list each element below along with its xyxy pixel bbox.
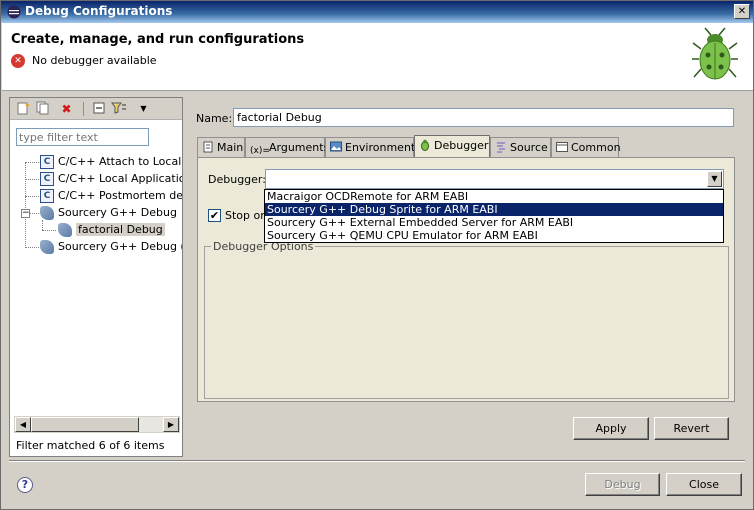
c-config-icon: C [40, 189, 54, 203]
error-message: No debugger available [32, 54, 157, 67]
dropdown-option-debug-sprite[interactable]: Sourcery G++ Debug Sprite for ARM EABI [265, 203, 723, 216]
sourcery-icon [58, 223, 72, 237]
configuration-tree: − C C/C++ Attach to Local A C C/C++ Local … [14, 154, 182, 414]
c-config-icon: C [40, 155, 54, 169]
sourcery-icon [40, 206, 54, 220]
debug-configurations-dialog: Debug Configurations ✕ Create, manage, a… [0, 0, 754, 510]
tree-line [25, 162, 39, 163]
scroll-left-icon[interactable]: ◀ [15, 417, 31, 432]
filter-status: Filter matched 6 of 6 items [16, 439, 165, 452]
tree-line [30, 213, 39, 214]
configuration-list-panel: ✦ ✖ ▼ − [9, 97, 183, 457]
filter-input[interactable] [16, 128, 149, 146]
stop-on-label: Stop on [225, 209, 268, 222]
sourcery-icon [40, 240, 54, 254]
name-field[interactable] [233, 108, 734, 127]
tab-source[interactable]: Source [490, 137, 551, 158]
delete-configuration-icon[interactable]: ✖ [58, 101, 75, 117]
apply-button[interactable]: Apply [573, 417, 649, 440]
tree-item-factorial-debug[interactable]: factorial Debug [58, 222, 165, 238]
debugger-label: Debugger: [208, 173, 266, 186]
tree-line [25, 247, 39, 248]
error-icon: ✕ [11, 54, 25, 68]
close-button[interactable]: Close [666, 473, 742, 496]
tree-line [25, 196, 39, 197]
tree-item-c-local-application[interactable]: C C/C++ Local Application [40, 171, 182, 187]
main-tab-icon [202, 141, 214, 153]
filter-configurations-icon[interactable] [110, 101, 127, 117]
source-tab-icon [495, 141, 507, 153]
window-close-button[interactable]: ✕ [734, 4, 750, 19]
scroll-right-icon[interactable]: ▶ [163, 417, 179, 432]
debugger-options-group: Debugger Options [204, 240, 729, 399]
stop-on-startup-checkbox[interactable]: ✔ [208, 209, 221, 222]
toolbar-separator [83, 102, 84, 116]
debug-bug-icon [692, 27, 738, 80]
scrollbar-thumb[interactable] [31, 417, 139, 432]
tab-environment[interactable]: Environment [325, 137, 415, 158]
name-label: Name: [196, 112, 233, 125]
footer-divider [9, 460, 745, 462]
debugger-dropdown-list: Macraigor OCDRemote for ARM EABI Sourcer… [264, 189, 724, 243]
tab-debugger[interactable]: Debugger [414, 135, 490, 158]
tree-line [42, 220, 43, 230]
debug-button[interactable]: Debug [585, 473, 660, 496]
tree-item-c-postmortem[interactable]: CC/C++ Postmortem debu [40, 188, 182, 204]
dropdown-option-external-server[interactable]: Sourcery G++ External Embedded Server fo… [265, 216, 723, 229]
tab-arguments[interactable]: (x)=Arguments [245, 137, 329, 158]
horizontal-scrollbar[interactable]: ◀ ▶ [14, 416, 180, 433]
tab-common[interactable]: Common [551, 137, 621, 158]
tree-item-sourcery-debug[interactable]: Sourcery G++ Debug [40, 205, 177, 221]
dropdown-option-qemu[interactable]: Sourcery G++ QEMU CPU Emulator for ARM E… [265, 229, 723, 242]
c-config-icon: C [40, 172, 54, 186]
dialog-heading: Create, manage, and run configurations [11, 32, 305, 47]
view-menu-chevron-down-icon[interactable]: ▼ [135, 101, 152, 117]
tab-main[interactable]: Main [197, 137, 245, 158]
title-bar: Debug Configurations ✕ [1, 1, 753, 23]
environment-tab-icon [330, 141, 342, 153]
window-title: Debug Configurations [25, 4, 173, 18]
tree-line [25, 162, 26, 246]
common-tab-icon [556, 141, 568, 153]
debugger-select[interactable]: ▼ [265, 169, 724, 189]
revert-button[interactable]: Revert [654, 417, 729, 440]
debugger-tab-icon [419, 139, 431, 151]
tree-item-sourcery-debug-ai[interactable]: Sourcery G++ Debug (AI [40, 239, 182, 255]
duplicate-configuration-icon[interactable] [34, 101, 51, 117]
eclipse-icon [7, 5, 21, 19]
collapse-all-icon[interactable] [90, 101, 107, 117]
tree-item-c-attach[interactable]: C C/C++ Attach to Local A [40, 154, 182, 170]
tree-line [42, 230, 56, 231]
dropdown-option-macraigor[interactable]: Macraigor OCDRemote for ARM EABI [265, 190, 723, 203]
chevron-down-icon[interactable]: ▼ [707, 171, 722, 187]
dialog-header: Create, manage, and run configurations ✕… [2, 23, 753, 91]
new-configuration-icon[interactable]: ✦ [14, 101, 31, 117]
help-icon[interactable]: ? [17, 477, 33, 493]
collapse-icon[interactable]: − [21, 209, 30, 218]
left-toolbar: ✦ ✖ ▼ [10, 98, 182, 120]
tree-line [25, 179, 39, 180]
svg-text:✦: ✦ [24, 101, 30, 110]
